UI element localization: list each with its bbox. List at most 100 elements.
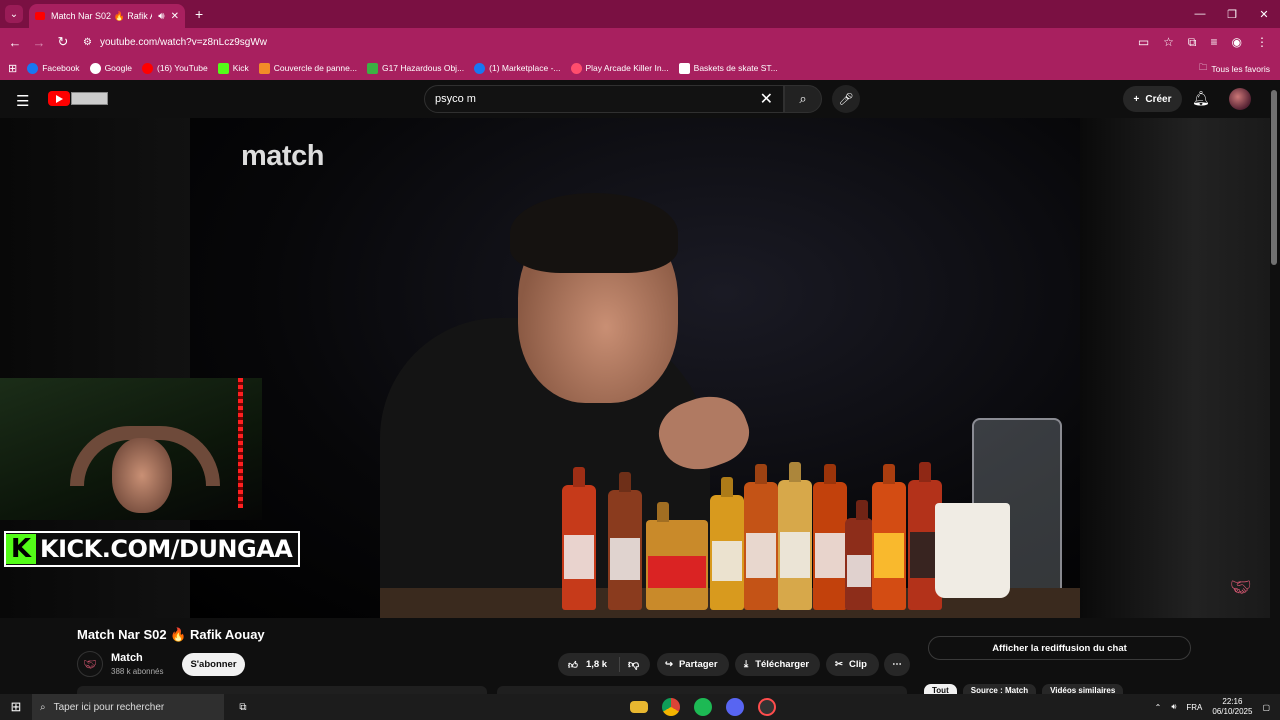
windows-start-icon[interactable]: ⊞	[0, 699, 32, 715]
address-bar-row: ← → ↻ ⚙︎ youtube.com/watch?v=z8nLcz9sgWw…	[0, 28, 1280, 56]
search-icon: ⌕	[40, 701, 46, 713]
game-icon	[570, 62, 582, 74]
clock-time: 22:16	[1222, 697, 1243, 706]
hot-sauce-bottle	[710, 495, 744, 610]
taskbar-search[interactable]: ⌕ Taper ici pour rechercher	[32, 694, 224, 720]
channel-watermark-icon[interactable]: 🤝︎	[1230, 578, 1252, 598]
store-icon	[678, 62, 690, 74]
subscriber-count: 388 k abonnés	[111, 667, 164, 676]
google-icon	[89, 62, 101, 74]
taskbar-apps: ⧉	[234, 698, 776, 716]
url-text[interactable]: youtube.com/watch?v=z8nLcz9sgWw	[100, 37, 267, 48]
extensions-icon[interactable]: ⧉	[1188, 35, 1197, 50]
hot-sauce-bottle	[608, 490, 642, 610]
profile-icon[interactable]: ◉	[1232, 35, 1242, 50]
omnibox[interactable]: ⚙︎ youtube.com/watch?v=z8nLcz9sgWw	[83, 37, 1138, 48]
voice-search-button[interactable]: 🎤︎	[832, 85, 860, 113]
browser-menu-icon[interactable]: ⋮	[1256, 35, 1268, 50]
bookmark-baskets[interactable]: Baskets de skate ST...	[678, 62, 778, 74]
all-bookmarks[interactable]: 🗀︎ Tous les favoris	[1199, 62, 1270, 76]
dislike-button[interactable]: 👎︎	[620, 658, 639, 671]
hot-sauce-bottle	[778, 480, 812, 610]
bookmark-g17[interactable]: G17 Hazardous Obj...	[366, 62, 464, 74]
channel-avatar[interactable]: 🤝︎	[77, 651, 103, 677]
tab-search-menu-button[interactable]: ⌄	[5, 5, 23, 23]
restore-button[interactable]: ❐	[1216, 0, 1248, 28]
clear-search-icon[interactable]: ✕	[760, 89, 773, 109]
media-controls-icon[interactable]: ≡	[1211, 35, 1218, 50]
chrome-icon[interactable]	[662, 698, 680, 716]
steelseries-icon[interactable]	[758, 698, 776, 716]
bookmark-youtube[interactable]: (16) YouTube	[141, 62, 208, 74]
kick-icon	[217, 62, 229, 74]
forward-button[interactable]: →	[27, 35, 51, 50]
video-title: Match Nar S02 🔥 Rafik Aouay	[77, 627, 265, 642]
like-button[interactable]: 👍︎ 1,8 k	[558, 657, 620, 672]
subscribe-button[interactable]: S'abonner	[182, 653, 245, 676]
bookmark-star-icon[interactable]: ☆	[1163, 35, 1174, 50]
plus-icon: +	[1133, 93, 1140, 105]
youtube-wordmark[interactable]	[71, 92, 108, 105]
notifications-bell-icon[interactable]: 🔔︎	[1192, 90, 1210, 107]
thumbs-up-icon: 👍︎	[568, 659, 578, 671]
search-input[interactable]	[435, 93, 754, 105]
show-chat-replay-button[interactable]: Afficher la rediffusion du chat	[928, 636, 1191, 660]
discord-icon[interactable]	[726, 698, 744, 716]
streamer-webcam	[0, 378, 262, 520]
match-brand-overlay: match	[241, 140, 324, 172]
browser-tab-active[interactable]: Match Nar S02 🔥 Rafik Ao 🔊︎ ✕	[29, 4, 185, 28]
comments-box[interactable]	[497, 686, 907, 694]
search-box[interactable]: ✕	[424, 85, 784, 113]
account-avatar[interactable]	[1229, 88, 1251, 110]
youtube-logo-icon[interactable]	[48, 91, 70, 106]
description-box[interactable]	[77, 686, 487, 694]
notification-center-icon[interactable]: ▢	[1262, 703, 1270, 712]
more-actions-button[interactable]: ⋯	[884, 653, 910, 676]
close-window-button[interactable]: ✕	[1248, 0, 1280, 28]
volume-icon[interactable]: 🔊︎	[1171, 702, 1176, 712]
scissors-icon: ✂︎	[835, 659, 843, 670]
page-scrollbar[interactable]	[1271, 90, 1277, 265]
like-count: 1,8 k	[585, 659, 608, 670]
tray-chevron-icon[interactable]: ⌃	[1155, 703, 1162, 712]
shop-icon	[258, 62, 270, 74]
bookmark-couvercle[interactable]: Couvercle de panne...	[258, 62, 357, 74]
site-info-icon[interactable]: ⚙︎	[83, 37, 92, 48]
create-button[interactable]: + Créer	[1123, 86, 1182, 112]
share-button[interactable]: ↪ Partager	[657, 653, 729, 676]
hot-sauce-bottle	[562, 485, 596, 610]
cast-icon[interactable]: ▭	[1138, 35, 1149, 50]
close-tab-icon[interactable]: ✕	[171, 11, 179, 22]
bookmark-kick[interactable]: Kick	[217, 62, 249, 74]
youtube-icon	[141, 62, 153, 74]
more-icon: ⋯	[892, 659, 902, 670]
reload-button[interactable]: ↻	[51, 34, 75, 50]
new-tab-button[interactable]: +	[195, 6, 203, 22]
microphone-icon: 🎤︎	[838, 92, 854, 106]
clip-button[interactable]: ✂︎ Clip	[826, 653, 879, 676]
apps-grid-icon[interactable]: ⊞	[8, 62, 17, 75]
bookmark-marketplace[interactable]: (1) Marketplace -...	[474, 62, 561, 74]
streamer-face	[112, 438, 172, 513]
spotify-icon[interactable]	[694, 698, 712, 716]
menu-icon[interactable]: ☰	[16, 92, 29, 110]
hot-sauce-bottle	[744, 482, 778, 610]
facebook-icon	[474, 62, 486, 74]
speaker-icon[interactable]: 🔊︎	[158, 11, 164, 22]
bookmark-google[interactable]: Google	[89, 62, 132, 74]
back-button[interactable]: ←	[3, 35, 27, 50]
clock[interactable]: 22:16 06/10/2025	[1212, 697, 1252, 717]
search-icon: ⌕	[799, 91, 807, 106]
hot-sauce-bottle	[845, 518, 873, 610]
language-indicator[interactable]: FRA	[1186, 703, 1202, 712]
download-button[interactable]: ⤓ Télécharger	[735, 653, 820, 676]
minimize-button[interactable]: —	[1184, 0, 1216, 28]
search-button[interactable]: ⌕	[784, 85, 822, 113]
file-explorer-icon[interactable]	[630, 701, 648, 713]
hot-sauce-bottle	[646, 520, 708, 610]
task-view-icon[interactable]: ⧉	[234, 698, 252, 716]
taskbar-search-placeholder: Taper ici pour rechercher	[53, 701, 165, 713]
bookmark-arcade-killer[interactable]: Play Arcade Killer In...	[570, 62, 669, 74]
channel-name[interactable]: Match	[111, 652, 143, 664]
bookmark-facebook[interactable]: Facebook	[27, 62, 80, 74]
